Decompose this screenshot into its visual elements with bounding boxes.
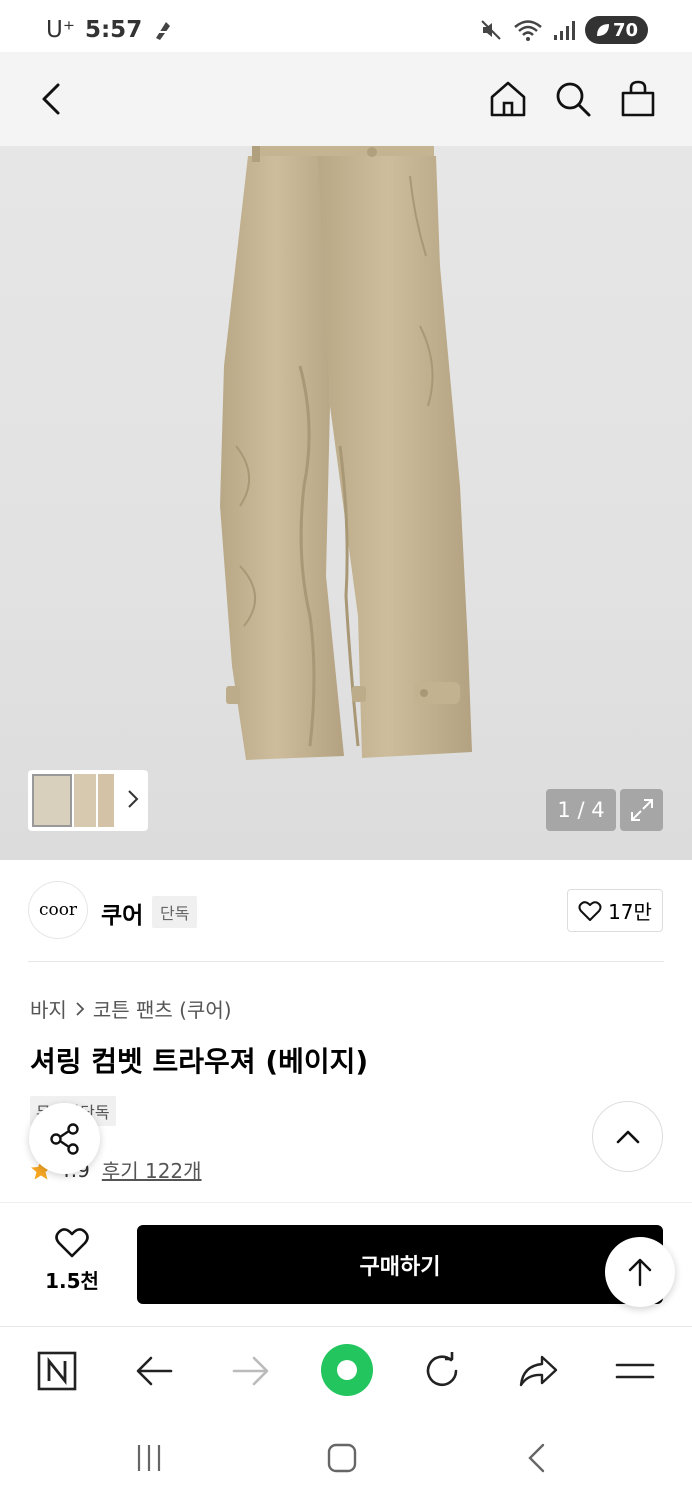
brand-row: coor 쿠어 단독 17만: [0, 860, 692, 962]
search-button[interactable]: [552, 78, 594, 120]
brand-name[interactable]: 쿠어: [101, 896, 143, 930]
breadcrumb-subcategory[interactable]: 코튼 팬츠 (쿠어): [93, 994, 232, 1023]
expand-icon: [630, 799, 653, 821]
heart-icon: [55, 1228, 89, 1258]
chevron-left-icon: [42, 83, 60, 115]
product-title: 셔링 컴벳 트라우져 (베이지): [30, 1045, 369, 1078]
breadcrumb-category[interactable]: 바지: [30, 994, 67, 1023]
exclusive-badge: 단독: [152, 896, 198, 928]
recent-apps-icon: [137, 1445, 161, 1471]
brand-logo[interactable]: coor: [28, 881, 88, 939]
wishlist-count: 1.5천: [45, 1269, 99, 1293]
breadcrumb: 바지 코튼 팬츠 (쿠어): [30, 994, 232, 1023]
system-navigation: [0, 1412, 692, 1500]
home-system-button[interactable]: [322, 1440, 362, 1476]
expand-button[interactable]: [620, 789, 663, 831]
review-link[interactable]: 후기 122개: [102, 1155, 202, 1184]
signal-icon: [553, 21, 575, 40]
carrier-label: U⁺: [46, 17, 75, 43]
wishlist-button[interactable]: 1.5천: [40, 1227, 104, 1294]
cart-button[interactable]: [617, 78, 659, 120]
recent-apps-button[interactable]: [129, 1440, 169, 1476]
browser-menu-button[interactable]: [611, 1347, 659, 1395]
menu-icon: [615, 1363, 655, 1379]
system-back-button[interactable]: [516, 1440, 556, 1476]
top-navigation: [0, 52, 692, 146]
brand-like-count: 17만: [608, 900, 652, 924]
thumbnail-2[interactable]: [74, 774, 96, 827]
wifi-icon: [514, 20, 542, 41]
status-bar: U⁺ 5:57 70: [0, 0, 692, 52]
arrow-left-icon: [136, 1356, 173, 1386]
browser-toolbar: [0, 1326, 692, 1412]
browser-forward-button[interactable]: [227, 1347, 275, 1395]
mute-icon: [481, 20, 501, 40]
home-icon: [490, 81, 526, 117]
heart-icon: [578, 900, 602, 921]
green-dot-icon: [321, 1344, 373, 1396]
app-notification-icon: [156, 22, 171, 40]
back-button[interactable]: [30, 78, 72, 120]
brand-logo-text: coor: [38, 900, 78, 920]
purchase-bar: 1.5천 구매하기: [0, 1202, 692, 1326]
naver-n-icon: [37, 1351, 77, 1391]
chevron-left-icon: [528, 1443, 545, 1473]
product-image-gallery[interactable]: 1 / 4: [0, 146, 692, 860]
arrow-up-icon: [628, 1258, 652, 1287]
share-arrow-icon: [519, 1355, 558, 1387]
thumbnail-strip[interactable]: [28, 770, 148, 831]
battery-indicator: 70: [584, 16, 648, 44]
collapse-button[interactable]: [592, 1101, 663, 1172]
clock: 5:57: [84, 17, 143, 43]
image-counter: 1 / 4: [546, 789, 616, 831]
shopping-bag-icon: [621, 80, 655, 117]
naver-button[interactable]: [33, 1347, 81, 1395]
thumbnail-3[interactable]: [98, 774, 114, 827]
battery-leaf-icon: [596, 24, 609, 36]
chevron-up-icon: [616, 1130, 639, 1143]
share-icon: [49, 1122, 79, 1155]
refresh-button[interactable]: [418, 1347, 466, 1395]
green-dot-button[interactable]: [318, 1341, 376, 1399]
search-icon: [556, 82, 591, 117]
buy-button[interactable]: 구매하기: [137, 1225, 663, 1304]
brand-like-button[interactable]: 17만: [567, 889, 663, 932]
refresh-icon: [426, 1352, 458, 1387]
browser-share-button[interactable]: [514, 1347, 562, 1395]
product-image: [220, 146, 472, 760]
arrow-right-icon: [232, 1356, 269, 1386]
browser-back-button[interactable]: [130, 1347, 178, 1395]
share-button[interactable]: [29, 1103, 100, 1174]
home-button[interactable]: [487, 78, 529, 120]
chevron-right-icon: [76, 1001, 85, 1016]
home-square-icon: [327, 1443, 357, 1473]
thumbnail-1[interactable]: [32, 774, 72, 827]
scroll-top-button[interactable]: [605, 1237, 675, 1307]
divider: [28, 961, 664, 962]
battery-level: 70: [612, 19, 638, 41]
chevron-right-icon[interactable]: [126, 788, 140, 810]
